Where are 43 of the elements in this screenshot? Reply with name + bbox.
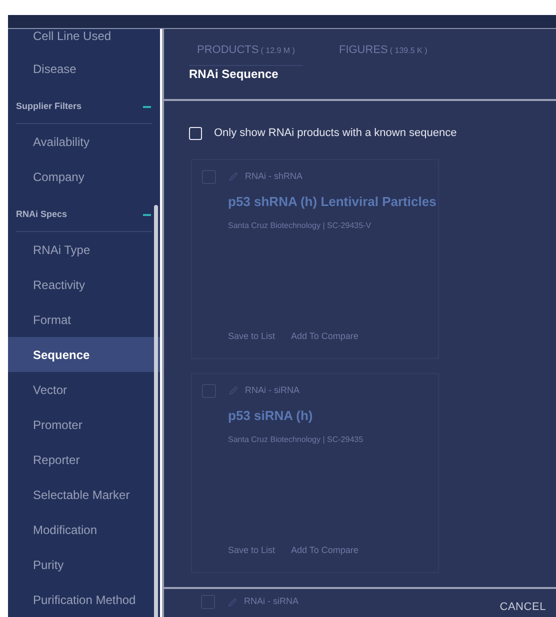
checkbox-label: Only show RNAi products with a known sequence bbox=[214, 126, 457, 141]
product-type: RNAi - shRNA bbox=[245, 170, 303, 182]
pencil-icon bbox=[227, 596, 238, 608]
filter-item[interactable]: Reporter bbox=[8, 442, 160, 477]
product-type: RNAi - siRNA bbox=[245, 384, 300, 396]
scrollbar-thumb[interactable] bbox=[154, 205, 158, 617]
product-title[interactable]: p53 shRNA (h) Lentiviral Particles bbox=[228, 192, 436, 212]
filter-item[interactable]: RNAi Type bbox=[8, 232, 160, 267]
minus-icon[interactable] bbox=[143, 214, 151, 216]
card-checkbox[interactable] bbox=[202, 384, 216, 398]
filter-item[interactable]: Reactivity bbox=[8, 267, 160, 302]
filter-item[interactable]: Disease bbox=[8, 51, 160, 86]
pencil-icon bbox=[228, 170, 239, 182]
filter-item[interactable]: Sequence bbox=[8, 337, 160, 372]
dialog-title: RNAi Sequence bbox=[189, 66, 280, 82]
product-type: RNAi - siRNA bbox=[244, 595, 299, 608]
cancel-button[interactable]: CANCEL bbox=[500, 598, 546, 615]
results-tab[interactable]: PRODUCTS ( 12.9 M ) bbox=[189, 42, 303, 66]
card-action-link[interactable]: Save to List bbox=[228, 544, 276, 558]
card-checkbox[interactable] bbox=[202, 170, 216, 184]
minus-icon[interactable] bbox=[143, 106, 151, 108]
product-title[interactable]: p53 siRNA (h) bbox=[228, 406, 364, 426]
filter-group-header[interactable]: Supplier Filters bbox=[16, 100, 82, 114]
filter-item[interactable]: Selectable Marker bbox=[8, 477, 160, 512]
product-source: Santa Cruz Biotechnology | SC-29435 bbox=[228, 434, 364, 446]
results-tab[interactable]: FIGURES ( 139.5 K ) bbox=[330, 42, 436, 66]
filter-item[interactable]: Purification Method bbox=[8, 582, 160, 617]
sequence-checkbox[interactable] bbox=[189, 126, 202, 140]
card-action-link[interactable]: Add To Compare bbox=[291, 544, 358, 558]
card-checkbox[interactable] bbox=[201, 595, 215, 609]
card-action-link[interactable]: Save to List bbox=[228, 330, 276, 344]
filter-item[interactable]: Vector bbox=[8, 372, 160, 407]
filter-item[interactable]: Format bbox=[8, 302, 160, 337]
filter-item[interactable]: Company bbox=[8, 159, 160, 194]
filter-item[interactable]: Promoter bbox=[8, 407, 160, 442]
filter-item[interactable]: Purity bbox=[8, 547, 160, 582]
filter-item[interactable]: Availability bbox=[8, 124, 160, 159]
product-source: Santa Cruz Biotechnology | SC-29435-V bbox=[228, 220, 372, 232]
filter-group-header[interactable]: RNAi Specs bbox=[16, 208, 68, 222]
pencil-icon bbox=[228, 384, 239, 396]
filter-item[interactable]: Modification bbox=[8, 512, 160, 547]
filter-item[interactable]: Cell Line Used bbox=[8, 29, 160, 51]
card-action-link[interactable]: Add To Compare bbox=[291, 330, 358, 344]
